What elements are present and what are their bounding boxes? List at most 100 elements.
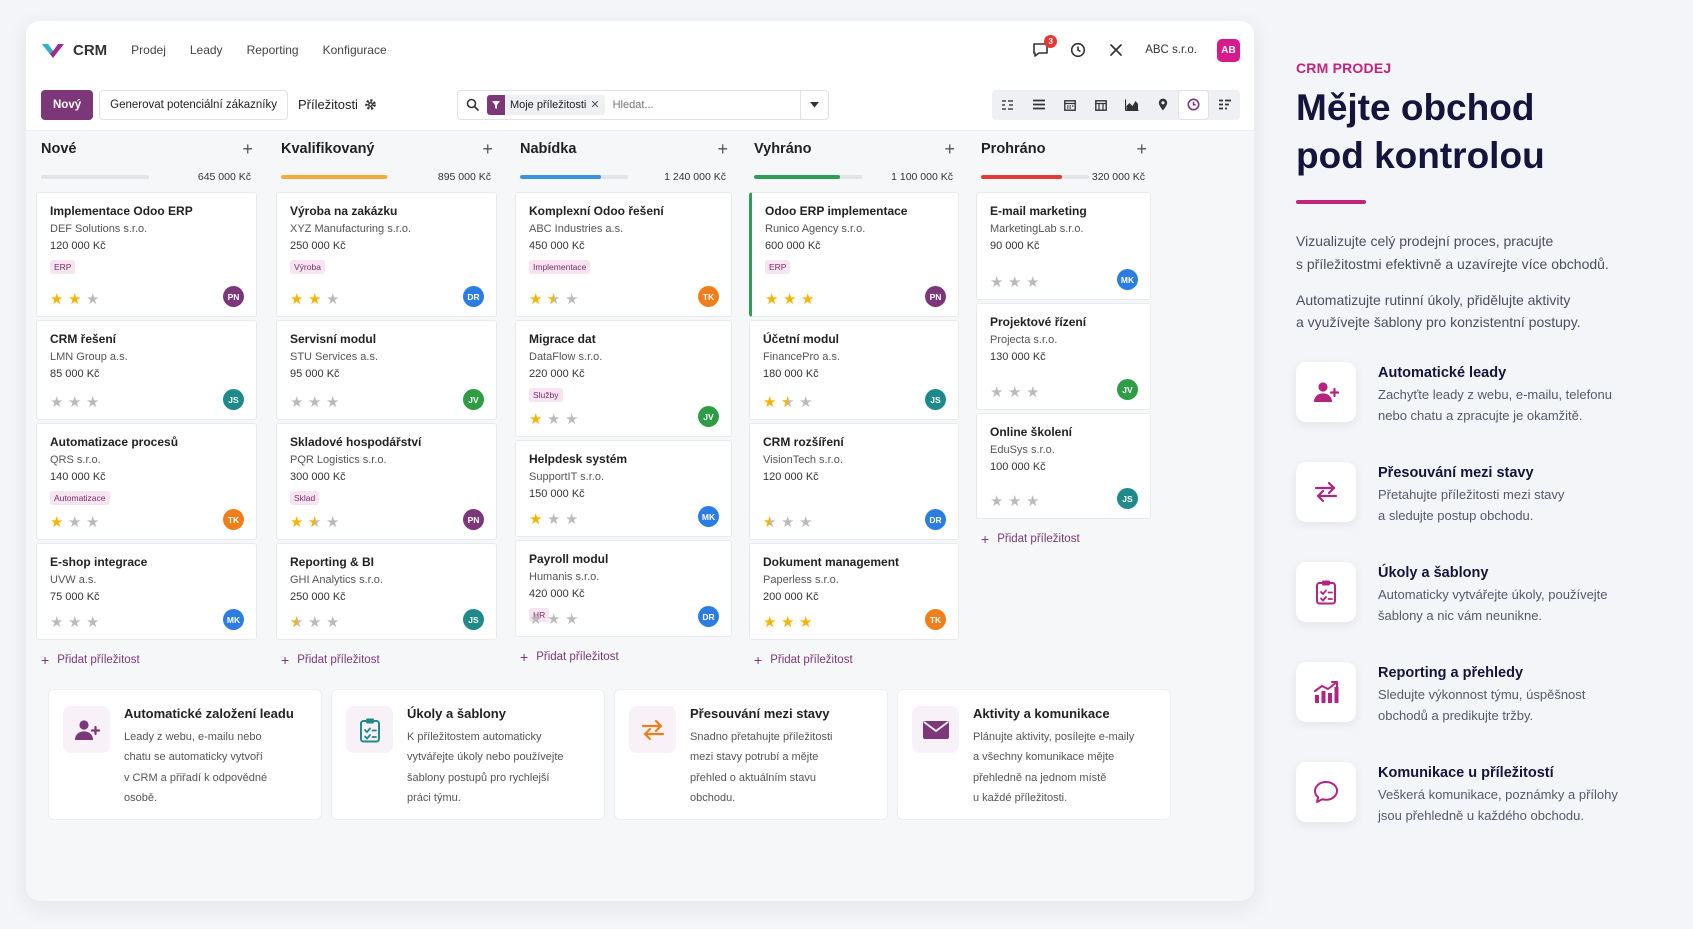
opportunity-card[interactable]: E-mail marketing MarketingLab s.r.o. 90 … bbox=[976, 192, 1151, 300]
star-icon[interactable]: ★ bbox=[529, 292, 543, 307]
column-progress-bar[interactable] bbox=[281, 175, 389, 179]
opportunity-card[interactable]: Dokument management Paperless s.r.o. 200… bbox=[749, 543, 959, 640]
salesperson-avatar[interactable]: MK bbox=[223, 609, 244, 630]
menu-item-leady[interactable]: Leady bbox=[190, 43, 223, 57]
star-icon[interactable]: ★ bbox=[799, 515, 813, 530]
view-graph-button[interactable] bbox=[1116, 90, 1147, 120]
view-list-button[interactable] bbox=[1023, 90, 1054, 120]
star-icon[interactable]: ★ bbox=[801, 292, 815, 307]
star-icon[interactable]: ★ bbox=[547, 512, 561, 527]
opportunity-card[interactable]: Projektové řízení Projecta s.r.o. 130 00… bbox=[976, 303, 1151, 410]
star-icon[interactable]: ★ bbox=[68, 615, 82, 630]
star-icon[interactable]: ★ bbox=[308, 292, 322, 307]
salesperson-avatar[interactable]: DR bbox=[698, 606, 719, 627]
column-progress-bar[interactable] bbox=[981, 175, 1089, 179]
company-switcher[interactable]: ABC s.r.o. bbox=[1145, 44, 1197, 56]
salesperson-avatar[interactable]: PN bbox=[223, 286, 244, 307]
view-activities-button[interactable] bbox=[1178, 89, 1209, 120]
opportunity-card[interactable]: Migrace dat DataFlow s.r.o. 220 000 Kč S… bbox=[515, 320, 732, 437]
salesperson-avatar[interactable]: JV bbox=[463, 389, 484, 410]
user-avatar[interactable]: AB bbox=[1217, 38, 1240, 62]
star-icon[interactable]: ★ bbox=[547, 292, 561, 307]
star-icon[interactable]: ★ bbox=[763, 395, 777, 410]
salesperson-avatar[interactable]: JS bbox=[463, 609, 484, 630]
salesperson-avatar[interactable]: JS bbox=[925, 389, 946, 410]
opportunity-card[interactable]: Skladové hospodářství PQR Logistics s.r.… bbox=[276, 423, 497, 540]
column-progress-bar[interactable] bbox=[754, 175, 862, 179]
star-icon[interactable]: ★ bbox=[763, 515, 777, 530]
search-options-toggle[interactable] bbox=[799, 90, 828, 119]
salesperson-avatar[interactable]: JS bbox=[1117, 488, 1138, 509]
menu-item-prodej[interactable]: Prodej bbox=[131, 43, 166, 57]
salesperson-avatar[interactable]: MK bbox=[698, 506, 719, 527]
salesperson-avatar[interactable]: JV bbox=[698, 406, 719, 427]
star-icon[interactable]: ★ bbox=[326, 515, 340, 530]
opportunity-card[interactable]: Reporting & BI GHI Analytics s.r.o. 250 … bbox=[276, 543, 497, 640]
star-icon[interactable]: ★ bbox=[547, 612, 561, 627]
opportunity-card[interactable]: Účetní modul FinancePro a.s. 180 000 Kč … bbox=[749, 320, 959, 420]
remove-facet-icon[interactable]: ✕ bbox=[590, 98, 604, 111]
star-icon[interactable]: ★ bbox=[1008, 385, 1022, 400]
star-icon[interactable]: ★ bbox=[529, 512, 543, 527]
salesperson-avatar[interactable]: MK bbox=[1117, 269, 1138, 290]
star-icon[interactable]: ★ bbox=[290, 515, 304, 530]
opportunity-card[interactable]: Odoo ERP implementace Runico Agency s.r.… bbox=[749, 192, 959, 317]
star-icon[interactable]: ★ bbox=[765, 292, 779, 307]
star-icon[interactable]: ★ bbox=[1026, 385, 1040, 400]
opportunity-card[interactable]: Helpdesk systém SupportIT s.r.o. 150 000… bbox=[515, 440, 732, 537]
app-logo[interactable]: CRM bbox=[41, 41, 107, 59]
opportunity-card[interactable]: Komplexní Odoo řešení ABC Industries a.s… bbox=[515, 192, 732, 317]
menu-item-reporting[interactable]: Reporting bbox=[247, 43, 299, 57]
add-opportunity-link[interactable]: + Přidat příležitost bbox=[749, 652, 959, 668]
star-icon[interactable]: ★ bbox=[763, 615, 777, 630]
salesperson-avatar[interactable]: TK bbox=[925, 609, 946, 630]
search-facet[interactable]: Moje příležitosti ✕ bbox=[486, 94, 605, 115]
opportunity-card[interactable]: Automatizace procesů QRS s.r.o. 140 000 … bbox=[36, 423, 257, 540]
opportunity-card[interactable]: Implementace Odoo ERP DEF Solutions s.r.… bbox=[36, 192, 257, 317]
star-icon[interactable]: ★ bbox=[529, 612, 543, 627]
star-icon[interactable]: ★ bbox=[50, 515, 64, 530]
star-icon[interactable]: ★ bbox=[290, 292, 304, 307]
opportunity-card[interactable]: Online školení EduSys s.r.o. 100 000 Kč … bbox=[976, 413, 1151, 519]
star-icon[interactable]: ★ bbox=[529, 412, 543, 427]
salesperson-avatar[interactable]: TK bbox=[223, 509, 244, 530]
star-icon[interactable]: ★ bbox=[990, 494, 1004, 509]
salesperson-avatar[interactable]: JV bbox=[1117, 379, 1138, 400]
opportunity-card[interactable]: CRM řešení LMN Group a.s. 85 000 Kč ★ ★ ★ … bbox=[36, 320, 257, 420]
star-icon[interactable]: ★ bbox=[781, 615, 795, 630]
opportunity-card[interactable]: Servisní modul STU Services a.s. 95 000 … bbox=[276, 320, 497, 420]
star-icon[interactable]: ★ bbox=[781, 395, 795, 410]
star-icon[interactable]: ★ bbox=[86, 292, 100, 307]
star-icon[interactable]: ★ bbox=[565, 612, 579, 627]
salesperson-avatar[interactable]: DR bbox=[925, 509, 946, 530]
star-icon[interactable]: ★ bbox=[86, 615, 100, 630]
view-kanban-grid-button[interactable] bbox=[992, 90, 1023, 120]
star-icon[interactable]: ★ bbox=[1026, 494, 1040, 509]
star-icon[interactable]: ★ bbox=[50, 615, 64, 630]
search-input[interactable] bbox=[612, 98, 800, 111]
star-icon[interactable]: ★ bbox=[68, 515, 82, 530]
star-icon[interactable]: ★ bbox=[799, 395, 813, 410]
star-icon[interactable]: ★ bbox=[86, 515, 100, 530]
gear-icon[interactable] bbox=[364, 98, 377, 111]
star-icon[interactable]: ★ bbox=[1008, 494, 1022, 509]
menu-item-konfigurace[interactable]: Konfigurace bbox=[323, 43, 387, 57]
view-activity-button[interactable] bbox=[1085, 90, 1116, 120]
star-icon[interactable]: ★ bbox=[990, 385, 1004, 400]
star-icon[interactable]: ★ bbox=[781, 515, 795, 530]
star-icon[interactable]: ★ bbox=[308, 615, 322, 630]
add-opportunity-link[interactable]: + Přidat příležitost bbox=[515, 649, 732, 665]
star-icon[interactable]: ★ bbox=[290, 615, 304, 630]
opportunity-card[interactable]: CRM rozšíření VisionTech s.r.o. 120 000 … bbox=[749, 423, 959, 540]
star-icon[interactable]: ★ bbox=[565, 512, 579, 527]
star-icon[interactable]: ★ bbox=[326, 292, 340, 307]
star-icon[interactable]: ★ bbox=[308, 395, 322, 410]
view-cohort-button[interactable] bbox=[1209, 90, 1240, 120]
star-icon[interactable]: ★ bbox=[290, 395, 304, 410]
quick-create-icon[interactable]: + bbox=[1136, 139, 1147, 160]
star-icon[interactable]: ★ bbox=[799, 615, 813, 630]
add-opportunity-link[interactable]: + Přidat příležitost bbox=[36, 652, 257, 668]
salesperson-avatar[interactable]: PN bbox=[925, 286, 946, 307]
quick-create-icon[interactable]: + bbox=[242, 139, 253, 160]
star-icon[interactable]: ★ bbox=[86, 395, 100, 410]
